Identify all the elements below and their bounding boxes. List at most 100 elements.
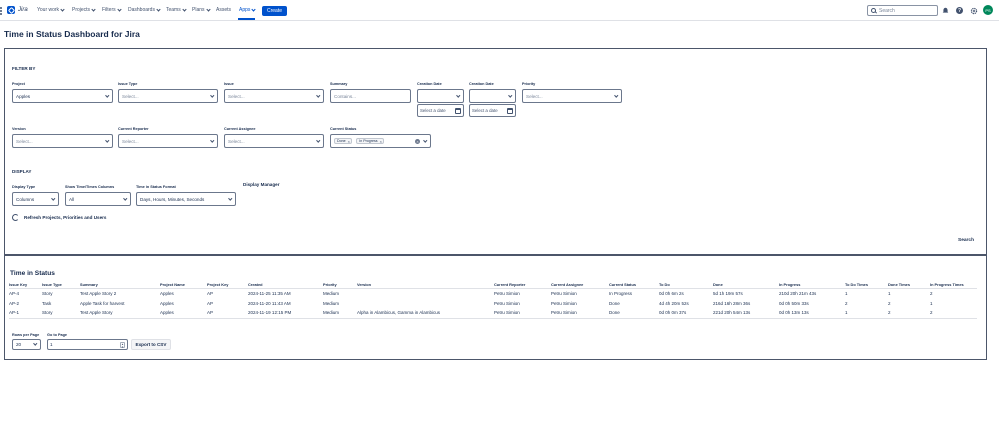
- project-name-link[interactable]: Apples: [160, 288, 207, 298]
- column-header[interactable]: Project Name: [160, 281, 207, 289]
- nav-your-work[interactable]: Your work: [37, 6, 65, 13]
- display-type-select[interactable]: Columns: [12, 192, 59, 206]
- project-key-link[interactable]: AP: [207, 298, 248, 308]
- column-header[interactable]: Done: [713, 281, 779, 289]
- nav-teams[interactable]: Teams: [166, 6, 187, 13]
- project-key-link[interactable]: AP: [207, 308, 248, 319]
- current-reporter-select[interactable]: Select...: [118, 134, 218, 148]
- nav-filters[interactable]: Filters: [102, 6, 122, 13]
- project-select[interactable]: Apples: [12, 89, 113, 103]
- remove-tag-icon[interactable]: ×: [348, 139, 350, 144]
- help-icon[interactable]: ?: [955, 6, 964, 15]
- column-header[interactable]: Project Key: [207, 281, 248, 289]
- column-header[interactable]: Current Assignee: [551, 281, 609, 289]
- table-cell: 0d 0h 13m 13s: [779, 308, 845, 319]
- table-cell: 1: [845, 308, 888, 319]
- calendar-icon: [507, 108, 513, 114]
- column-header[interactable]: To Do: [659, 281, 713, 289]
- nav-dashboards[interactable]: Dashboards: [128, 6, 161, 13]
- assignee-link[interactable]: Petru Simion: [551, 288, 609, 298]
- creation-date-from-picker[interactable]: Select a date: [417, 104, 464, 117]
- status-tag-in-progress[interactable]: In Progress ×: [356, 138, 384, 144]
- chevron-down-icon: [31, 340, 40, 349]
- app-switcher-icon[interactable]: [0, 7, 3, 15]
- table-cell: 1: [845, 290, 848, 296]
- issue-placeholder: Select...: [228, 93, 245, 99]
- table-row: AP-2 Task Apple Task for harvest Apples …: [9, 298, 977, 308]
- column-header[interactable]: Summary: [80, 281, 160, 289]
- priority-select[interactable]: Select...: [522, 89, 622, 103]
- column-header[interactable]: In Progress: [779, 281, 845, 289]
- creation-date-to-operator[interactable]: [469, 89, 516, 103]
- table-cell: 2024-11-25 11:35 AM: [248, 290, 291, 296]
- column-header[interactable]: To Do Times: [845, 281, 888, 289]
- show-columns-value: All: [69, 196, 75, 202]
- column-header[interactable]: Done Times: [888, 281, 930, 289]
- project-key-link[interactable]: AP: [207, 288, 248, 298]
- chevron-down-icon: [226, 193, 235, 205]
- chevron-down-icon: [208, 90, 217, 102]
- summary-input[interactable]: [330, 89, 411, 103]
- issue-type-select[interactable]: Select...: [118, 89, 218, 103]
- search-input[interactable]: [879, 7, 934, 14]
- status-tag-done[interactable]: Done ×: [334, 138, 352, 144]
- jira-logo[interactable]: Jira: [7, 6, 28, 14]
- column-header[interactable]: Current Status: [609, 281, 659, 289]
- reporter-link[interactable]: Petru Simion: [494, 288, 551, 298]
- column-header[interactable]: Created: [248, 281, 323, 289]
- project-name-link[interactable]: Apples: [160, 298, 207, 308]
- global-search[interactable]: [867, 5, 938, 16]
- table-cell: [357, 288, 494, 298]
- stepper-icon[interactable]: ▴ ▾: [120, 342, 125, 349]
- chevron-down-icon: [49, 193, 58, 205]
- user-avatar[interactable]: PS: [983, 5, 993, 15]
- column-header[interactable]: Issue Type: [42, 281, 80, 289]
- column-header[interactable]: Current Reporter: [494, 281, 551, 289]
- settings-icon[interactable]: [969, 6, 978, 15]
- creation-date-from-operator[interactable]: [417, 89, 464, 103]
- table-cell: Medium: [323, 308, 357, 319]
- nav-projects[interactable]: Projects: [72, 6, 96, 13]
- date-placeholder: Select a date: [420, 108, 446, 113]
- column-header[interactable]: Issue Key: [9, 281, 42, 289]
- search-button[interactable]: Search: [958, 238, 974, 243]
- display-manager-button[interactable]: Display Manager: [243, 182, 280, 187]
- current-assignee-select[interactable]: Select...: [224, 134, 324, 148]
- project-name-link[interactable]: Apples: [160, 308, 207, 319]
- column-header[interactable]: Priority: [323, 281, 357, 289]
- issue-key-link[interactable]: AP-1: [9, 308, 42, 319]
- nav-assets[interactable]: Assets: [216, 7, 231, 13]
- assignee-link[interactable]: Petru Simion: [551, 308, 609, 319]
- go-to-page-field[interactable]: ▴▾: [47, 339, 128, 350]
- reporter-link[interactable]: Petru Simion: [494, 298, 551, 308]
- issue-key-link[interactable]: AP-4: [9, 288, 42, 298]
- table-cell: 216d 16h 28m 36s: [713, 300, 751, 306]
- clear-icon[interactable]: ×: [415, 138, 420, 144]
- issue-select[interactable]: Select...: [224, 89, 324, 103]
- remove-tag-icon[interactable]: ×: [380, 139, 382, 144]
- column-header[interactable]: Version: [357, 281, 494, 289]
- assignee-link[interactable]: Petru Simion: [551, 298, 609, 308]
- reporter-link[interactable]: Petru Simion: [494, 308, 551, 319]
- nav-plans[interactable]: Plans: [192, 6, 211, 13]
- refresh-button[interactable]: Refresh Projects, Priorities and Users: [12, 214, 106, 221]
- current-assignee-placeholder: Select...: [228, 138, 245, 144]
- table-cell: Medium: [323, 300, 340, 306]
- notifications-icon[interactable]: [941, 6, 950, 15]
- project-label: Project: [12, 82, 25, 86]
- issue-key-link[interactable]: AP-2: [9, 298, 42, 308]
- time-format-value: Days, Hours, Minutes, Seconds: [140, 196, 205, 202]
- go-to-page-input[interactable]: [50, 342, 120, 347]
- chevron-down-icon: [506, 90, 515, 102]
- creation-date-to-picker[interactable]: Select a date: [469, 104, 516, 117]
- time-format-select[interactable]: Days, Hours, Minutes, Seconds: [136, 192, 236, 206]
- nav-label: Plans: [192, 7, 205, 13]
- current-status-select[interactable]: Done × In Progress × ×: [330, 134, 431, 148]
- create-button[interactable]: Create: [262, 6, 287, 16]
- column-header[interactable]: In Progress Times: [930, 281, 977, 289]
- rows-per-page-select[interactable]: 20: [12, 339, 41, 350]
- version-select[interactable]: Select...: [12, 134, 113, 148]
- show-columns-select[interactable]: All: [65, 192, 131, 206]
- nav-apps[interactable]: Apps: [239, 6, 257, 13]
- export-csv-button[interactable]: Export to CSV: [131, 339, 171, 350]
